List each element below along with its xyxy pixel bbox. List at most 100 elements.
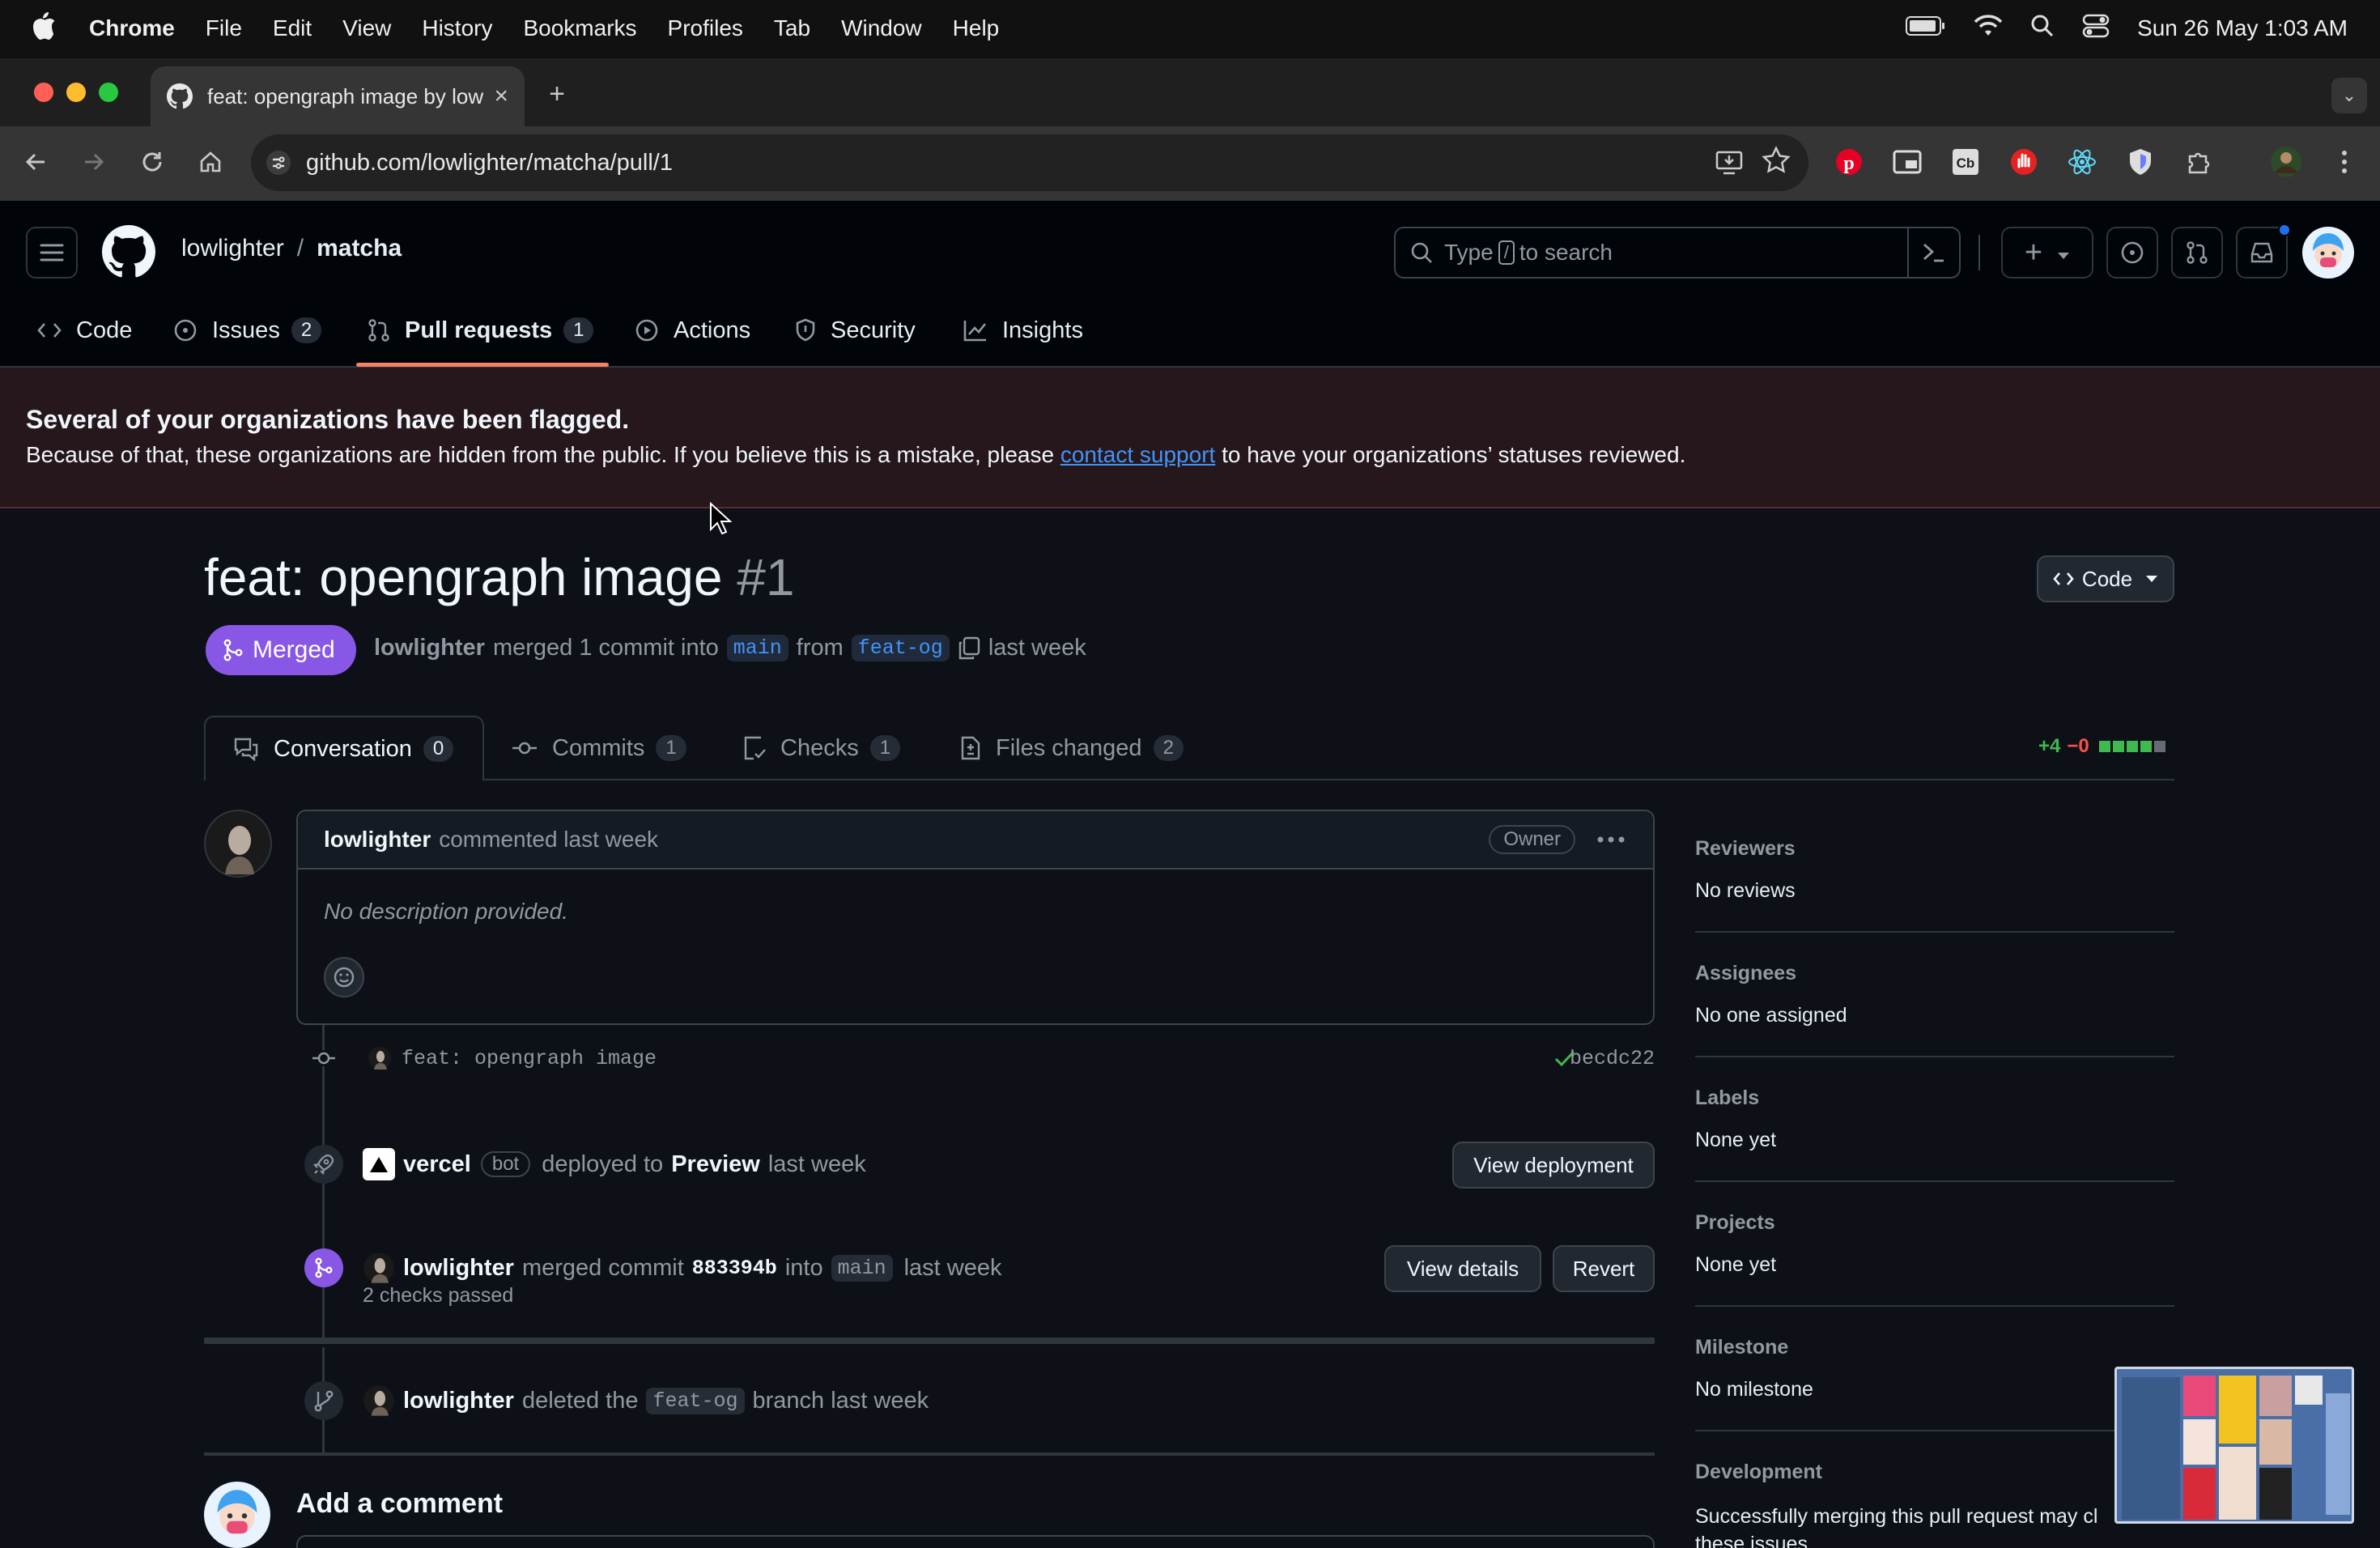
extensions-puzzle-icon[interactable] bbox=[2182, 146, 2215, 178]
forward-icon[interactable] bbox=[78, 146, 110, 178]
current-user-avatar[interactable] bbox=[204, 1482, 270, 1548]
install-app-icon[interactable] bbox=[1715, 147, 1744, 183]
pr-tab-files-changed[interactable]: Files changed 2 bbox=[960, 716, 1184, 780]
delete-actor-avatar[interactable] bbox=[363, 1384, 395, 1417]
comment-author-avatar[interactable] bbox=[204, 810, 272, 882]
delete-when[interactable]: branch last week bbox=[753, 1388, 929, 1414]
commit-message-link[interactable]: feat: opengraph image bbox=[402, 1047, 657, 1070]
bookmark-star-icon[interactable] bbox=[1762, 146, 1791, 181]
merge-actor-avatar[interactable] bbox=[363, 1252, 395, 1284]
address-bar[interactable]: github.com/lowlighter/matcha/pull/1 bbox=[251, 134, 1808, 191]
new-tab-icon[interactable]: + bbox=[541, 78, 573, 110]
user-avatar[interactable] bbox=[2302, 227, 2354, 283]
screenshot-thumbnail[interactable] bbox=[2114, 1367, 2354, 1524]
back-icon[interactable] bbox=[19, 146, 52, 178]
github-logo-icon[interactable] bbox=[102, 225, 155, 283]
commit-sha-link[interactable]: becdc22 bbox=[1570, 1047, 1655, 1070]
repo-name-link[interactable]: matcha bbox=[317, 235, 402, 262]
delete-actor-link[interactable]: lowlighter bbox=[403, 1388, 514, 1414]
deploy-env[interactable]: Preview bbox=[671, 1151, 760, 1178]
kebab-horizontal-icon[interactable] bbox=[1596, 836, 1626, 844]
menu-tab[interactable]: Tab bbox=[774, 15, 810, 41]
revert-button[interactable]: Revert bbox=[1553, 1245, 1655, 1292]
spotlight-icon[interactable] bbox=[2030, 14, 2055, 44]
url-text[interactable]: github.com/lowlighter/matcha/pull/1 bbox=[306, 150, 673, 176]
contact-support-link[interactable]: contact support bbox=[1060, 442, 1215, 467]
copy-icon[interactable] bbox=[958, 636, 980, 661]
clock[interactable]: Sun 26 May 1:03 AM bbox=[2137, 15, 2348, 41]
browser-tab-active[interactable]: feat: opengraph image by low × bbox=[151, 66, 525, 126]
commit-author-avatar[interactable] bbox=[368, 1046, 392, 1070]
tab-search-icon[interactable]: ⌄ bbox=[2331, 78, 2367, 113]
apple-icon[interactable] bbox=[31, 11, 57, 47]
inbox-nav-button[interactable] bbox=[2236, 223, 2291, 279]
repo-tab-code[interactable]: Code bbox=[37, 304, 132, 356]
repo-tab-pull-requests[interactable]: Pull requests 1 bbox=[368, 304, 594, 356]
head-branch[interactable]: feat-og bbox=[851, 635, 950, 661]
pr-author-link[interactable]: lowlighter bbox=[374, 635, 485, 661]
pull-requests-nav-button[interactable] bbox=[2171, 227, 2223, 279]
minimize-window-button[interactable] bbox=[66, 83, 86, 102]
merge-when[interactable]: last week bbox=[904, 1255, 1002, 1282]
repo-tab-issues[interactable]: Issues 2 bbox=[173, 304, 322, 356]
picture-in-picture-extension-icon[interactable] bbox=[1891, 146, 1923, 178]
menu-view[interactable]: View bbox=[342, 15, 391, 41]
pr-tab-checks[interactable]: Checks 1 bbox=[743, 716, 901, 780]
profile-avatar-icon[interactable] bbox=[2270, 146, 2302, 178]
milestone-heading[interactable]: Milestone bbox=[1695, 1336, 1788, 1359]
comment-editor[interactable] bbox=[296, 1535, 1655, 1548]
menu-file[interactable]: File bbox=[206, 15, 242, 41]
merge-actor-link[interactable]: lowlighter bbox=[403, 1255, 514, 1282]
comment-meta[interactable]: commented last week bbox=[439, 827, 658, 853]
menu-bookmarks[interactable]: Bookmarks bbox=[523, 15, 636, 41]
react-devtools-icon[interactable] bbox=[2066, 146, 2098, 178]
repo-owner-link[interactable]: lowlighter bbox=[181, 235, 284, 262]
deploy-actor-link[interactable]: vercel bbox=[403, 1151, 471, 1178]
comment-author-link[interactable]: lowlighter bbox=[324, 827, 431, 853]
cb-extension-icon[interactable]: Cb bbox=[1949, 146, 1982, 178]
deploy-when[interactable]: last week bbox=[768, 1151, 866, 1178]
close-window-button[interactable] bbox=[34, 83, 53, 102]
code-dropdown-button[interactable]: Code bbox=[2037, 555, 2174, 602]
development-heading[interactable]: Development bbox=[1695, 1461, 1822, 1484]
add-reaction-button[interactable] bbox=[324, 957, 364, 997]
site-info-icon[interactable] bbox=[266, 150, 291, 176]
reload-icon[interactable] bbox=[136, 146, 168, 178]
chrome-menu-icon[interactable] bbox=[2328, 146, 2361, 178]
battery-icon[interactable] bbox=[1906, 15, 1946, 42]
repo-tab-actions[interactable]: Actions bbox=[635, 304, 750, 356]
shield-extension-icon[interactable] bbox=[2124, 146, 2157, 178]
vercel-avatar[interactable] bbox=[363, 1148, 395, 1180]
projects-heading[interactable]: Projects bbox=[1695, 1211, 1775, 1235]
reviewers-heading[interactable]: Reviewers bbox=[1695, 837, 1796, 861]
checks-passed-text[interactable]: 2 checks passed bbox=[363, 1284, 513, 1308]
close-tab-icon[interactable]: × bbox=[494, 83, 508, 110]
assignees-heading[interactable]: Assignees bbox=[1695, 962, 1796, 985]
hand-extension-icon[interactable] bbox=[2008, 146, 2040, 178]
zoom-window-button[interactable] bbox=[99, 83, 118, 102]
labels-heading[interactable]: Labels bbox=[1695, 1087, 1759, 1110]
merge-sha-link[interactable]: 883394b bbox=[692, 1257, 777, 1280]
pr-tab-commits[interactable]: Commits 1 bbox=[512, 716, 686, 780]
repo-tab-security[interactable]: Security bbox=[795, 304, 916, 356]
base-branch[interactable]: main bbox=[726, 635, 788, 661]
view-details-button[interactable]: View details bbox=[1384, 1245, 1541, 1292]
menu-edit[interactable]: Edit bbox=[273, 15, 312, 41]
menu-history[interactable]: History bbox=[422, 15, 492, 41]
hamburger-menu-button[interactable] bbox=[26, 227, 78, 279]
pinterest-extension-icon[interactable]: p bbox=[1833, 146, 1865, 178]
control-center-icon[interactable] bbox=[2082, 14, 2110, 44]
menu-profiles[interactable]: Profiles bbox=[668, 15, 743, 41]
repo-tab-insights[interactable]: Insights bbox=[963, 304, 1083, 356]
menu-help[interactable]: Help bbox=[953, 15, 1000, 41]
view-deployment-button[interactable]: View deployment bbox=[1452, 1142, 1655, 1189]
menu-app-name[interactable]: Chrome bbox=[89, 15, 175, 41]
pr-tab-conversation[interactable]: Conversation 0 bbox=[204, 716, 484, 780]
command-palette-icon[interactable] bbox=[1907, 228, 1959, 277]
create-new-button[interactable]: + bbox=[2001, 227, 2093, 279]
merge-base-branch[interactable]: main bbox=[831, 1254, 893, 1282]
search-input[interactable]: Type / to search bbox=[1394, 227, 1961, 279]
wifi-icon[interactable] bbox=[1974, 14, 2003, 43]
menu-window[interactable]: Window bbox=[841, 15, 922, 41]
home-icon[interactable] bbox=[194, 146, 227, 178]
